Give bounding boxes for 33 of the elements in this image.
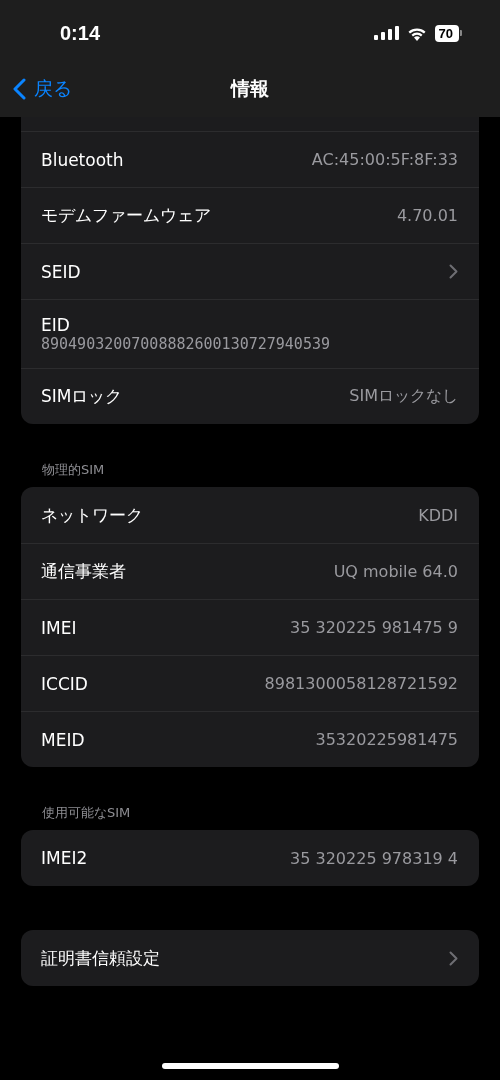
row-value: 35 320225 981475 9 [290, 618, 458, 637]
row-label: 通信事業者 [41, 560, 126, 583]
row-label: モデムファームウェア [41, 204, 211, 227]
row-label: 証明書信頼設定 [41, 946, 160, 970]
row-value: AC:45:00:5F:8F:33 [311, 150, 458, 169]
row-value: SIMロックなし [349, 386, 458, 407]
wifi-icon [406, 25, 427, 41]
row-label: MEID [41, 729, 85, 750]
row-value: 4.70.01 [396, 206, 458, 225]
row-label: SEID [41, 261, 81, 282]
section-header: 物理的SIM [41, 461, 106, 479]
back-button[interactable]: 戻る [0, 76, 72, 102]
row-value: 35320225981475 [315, 730, 458, 749]
row-label: ICCID [41, 673, 88, 694]
row-label: IMEI2 [41, 848, 88, 868]
row-label: EID [41, 315, 70, 335]
row-label: IMEI [41, 617, 77, 638]
signal-icon [373, 26, 399, 40]
row-value: 8981300058128721592 [264, 674, 458, 693]
row-label: SIMロック [41, 385, 123, 408]
row-label: Bluetooth [41, 149, 124, 170]
row-value: UQ mobile 64.0 [333, 562, 458, 581]
row-value: 89049032007008882600130727940539 [41, 335, 330, 353]
row-value: 35 320225 978319 4 [290, 848, 458, 868]
battery-icon: 70 [434, 24, 462, 42]
section-header: 使用可能なSIM [41, 804, 132, 822]
chevron-icon[interactable] [449, 950, 458, 966]
row-value: KDDI [418, 505, 458, 525]
row-label: ネットワーク [41, 503, 143, 527]
nav-title: 情報 [231, 76, 269, 101]
status-time: 0:14 [60, 21, 101, 45]
back-chevron-icon[interactable] [12, 78, 26, 100]
chevron-icon[interactable] [449, 264, 458, 279]
